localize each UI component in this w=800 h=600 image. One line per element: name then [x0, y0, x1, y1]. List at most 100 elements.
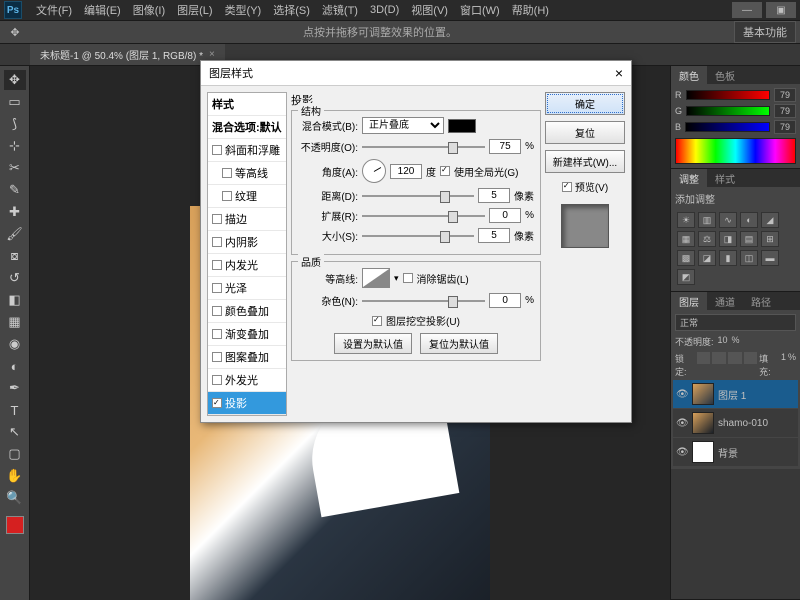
checkbox[interactable]	[212, 283, 222, 293]
adj-grad-icon[interactable]: ▬	[761, 250, 779, 266]
fx-blend-default[interactable]: 混合选项:默认	[208, 116, 286, 139]
adj-bw-icon[interactable]: ◨	[719, 231, 737, 247]
menu-3d[interactable]: 3D(D)	[364, 2, 405, 18]
fx-contour[interactable]: 等高线	[208, 162, 286, 185]
b-value[interactable]: 79	[774, 120, 796, 134]
adj-sel-icon[interactable]: ◩	[677, 269, 695, 285]
document-tab[interactable]: 未标题-1 @ 50.4% (图层 1, RGB/8) * ×	[30, 44, 225, 65]
distance-input[interactable]: 5	[478, 188, 510, 203]
layer-item[interactable]: 👁 shamo-010	[673, 409, 798, 437]
dialog-titlebar[interactable]: 图层样式 ×	[201, 61, 631, 86]
antialias-checkbox[interactable]	[403, 273, 413, 283]
checkbox[interactable]	[212, 352, 222, 362]
noise-slider[interactable]	[362, 300, 485, 302]
crop-tool[interactable]: ✂	[4, 158, 26, 178]
fx-gradoverlay[interactable]: 渐变叠加	[208, 323, 286, 346]
close-tab-icon[interactable]: ×	[209, 49, 215, 60]
lock-all-icon[interactable]	[744, 352, 758, 364]
eraser-tool[interactable]: ◧	[4, 290, 26, 310]
spread-input[interactable]: 0	[489, 208, 521, 223]
fx-bevel[interactable]: 斜面和浮雕	[208, 139, 286, 162]
contour-picker[interactable]	[362, 268, 390, 288]
tab-styles[interactable]: 样式	[707, 169, 743, 187]
adj-post-icon[interactable]: ▮	[719, 250, 737, 266]
cancel-button[interactable]: 复位	[545, 121, 625, 144]
checkbox[interactable]	[212, 329, 222, 339]
adj-mix-icon[interactable]: ⊞	[761, 231, 779, 247]
adj-thr-icon[interactable]: ◫	[740, 250, 758, 266]
adj-exposure-icon[interactable]: ◐	[740, 212, 758, 228]
b-slider[interactable]	[685, 122, 770, 132]
close-icon[interactable]: ×	[615, 65, 623, 81]
set-default-button[interactable]: 设置为默认值	[334, 333, 412, 354]
distance-slider[interactable]	[362, 195, 474, 197]
adj-lut-icon[interactable]: ▩	[677, 250, 695, 266]
checkbox[interactable]	[212, 145, 222, 155]
menu-type[interactable]: 类型(Y)	[219, 0, 268, 20]
layer-item[interactable]: 👁 图层 1	[673, 380, 798, 408]
heal-tool[interactable]: ✚	[4, 202, 26, 222]
menu-layer[interactable]: 图层(L)	[171, 0, 218, 20]
angle-input[interactable]: 120	[390, 164, 422, 179]
checkbox[interactable]	[212, 260, 222, 270]
fx-satin[interactable]: 光泽	[208, 277, 286, 300]
pen-tool[interactable]: ✒	[4, 378, 26, 398]
checkbox[interactable]	[212, 237, 222, 247]
fx-innershadow[interactable]: 内阴影	[208, 231, 286, 254]
marquee-tool[interactable]: ▭	[4, 92, 26, 112]
workspace-button[interactable]: 基本功能	[734, 21, 796, 43]
fx-styles-header[interactable]: 样式	[208, 93, 286, 116]
ok-button[interactable]: 确定	[545, 92, 625, 115]
size-input[interactable]: 5	[478, 228, 510, 243]
spectrum[interactable]	[675, 138, 796, 164]
global-light-checkbox[interactable]	[440, 166, 450, 176]
g-value[interactable]: 79	[774, 104, 796, 118]
adj-bal-icon[interactable]: ⚖	[698, 231, 716, 247]
lasso-tool[interactable]: ⟆	[4, 114, 26, 134]
knockout-checkbox[interactable]	[372, 316, 382, 326]
checkbox[interactable]	[212, 375, 222, 385]
preview-checkbox[interactable]	[562, 182, 572, 192]
opacity-input[interactable]: 75	[489, 139, 521, 154]
adj-hue-icon[interactable]: ▦	[677, 231, 695, 247]
checkbox[interactable]	[222, 191, 232, 201]
fx-stroke[interactable]: 描边	[208, 208, 286, 231]
tab-adjust[interactable]: 调整	[671, 169, 707, 187]
blend-mode-select[interactable]: 正片叠底	[362, 117, 444, 134]
visibility-icon[interactable]: 👁	[676, 389, 688, 400]
type-tool[interactable]: T	[4, 400, 26, 420]
adj-photo-icon[interactable]: ▤	[740, 231, 758, 247]
lock-trans-icon[interactable]	[697, 352, 711, 364]
adj-inv-icon[interactable]: ◪	[698, 250, 716, 266]
new-style-button[interactable]: 新建样式(W)...	[545, 150, 625, 173]
hand-tool[interactable]: ✋	[4, 466, 26, 486]
lock-pos-icon[interactable]	[728, 352, 742, 364]
shape-tool[interactable]: ▢	[4, 444, 26, 464]
spread-slider[interactable]	[362, 215, 485, 217]
checkbox[interactable]	[212, 214, 222, 224]
menu-select[interactable]: 选择(S)	[267, 0, 316, 20]
zoom-tool[interactable]: 🔍	[4, 488, 26, 508]
adj-brightness-icon[interactable]: ☀	[677, 212, 695, 228]
path-tool[interactable]: ↖	[4, 422, 26, 442]
adj-levels-icon[interactable]: ▥	[698, 212, 716, 228]
blend-mode-select[interactable]: 正常	[675, 314, 796, 331]
tab-channels[interactable]: 通道	[707, 292, 743, 310]
opacity-value[interactable]: 10	[718, 335, 728, 348]
tab-paths[interactable]: 路径	[743, 292, 779, 310]
menu-image[interactable]: 图像(I)	[127, 0, 171, 20]
r-slider[interactable]	[686, 90, 771, 100]
dodge-tool[interactable]: ◐	[4, 356, 26, 376]
wand-tool[interactable]: ⊹	[4, 136, 26, 156]
menu-edit[interactable]: 编辑(E)	[78, 0, 127, 20]
brush-tool[interactable]: 🖌	[4, 224, 26, 244]
checkbox[interactable]	[212, 306, 222, 316]
visibility-icon[interactable]: 👁	[676, 418, 688, 429]
size-slider[interactable]	[362, 235, 474, 237]
checkbox[interactable]	[222, 168, 232, 178]
fill-value[interactable]: 1	[781, 352, 786, 378]
layer-item[interactable]: 👁 背景	[673, 438, 798, 466]
menu-view[interactable]: 视图(V)	[405, 0, 454, 20]
adj-curves-icon[interactable]: ∿	[719, 212, 737, 228]
eyedropper-tool[interactable]: ✎	[4, 180, 26, 200]
